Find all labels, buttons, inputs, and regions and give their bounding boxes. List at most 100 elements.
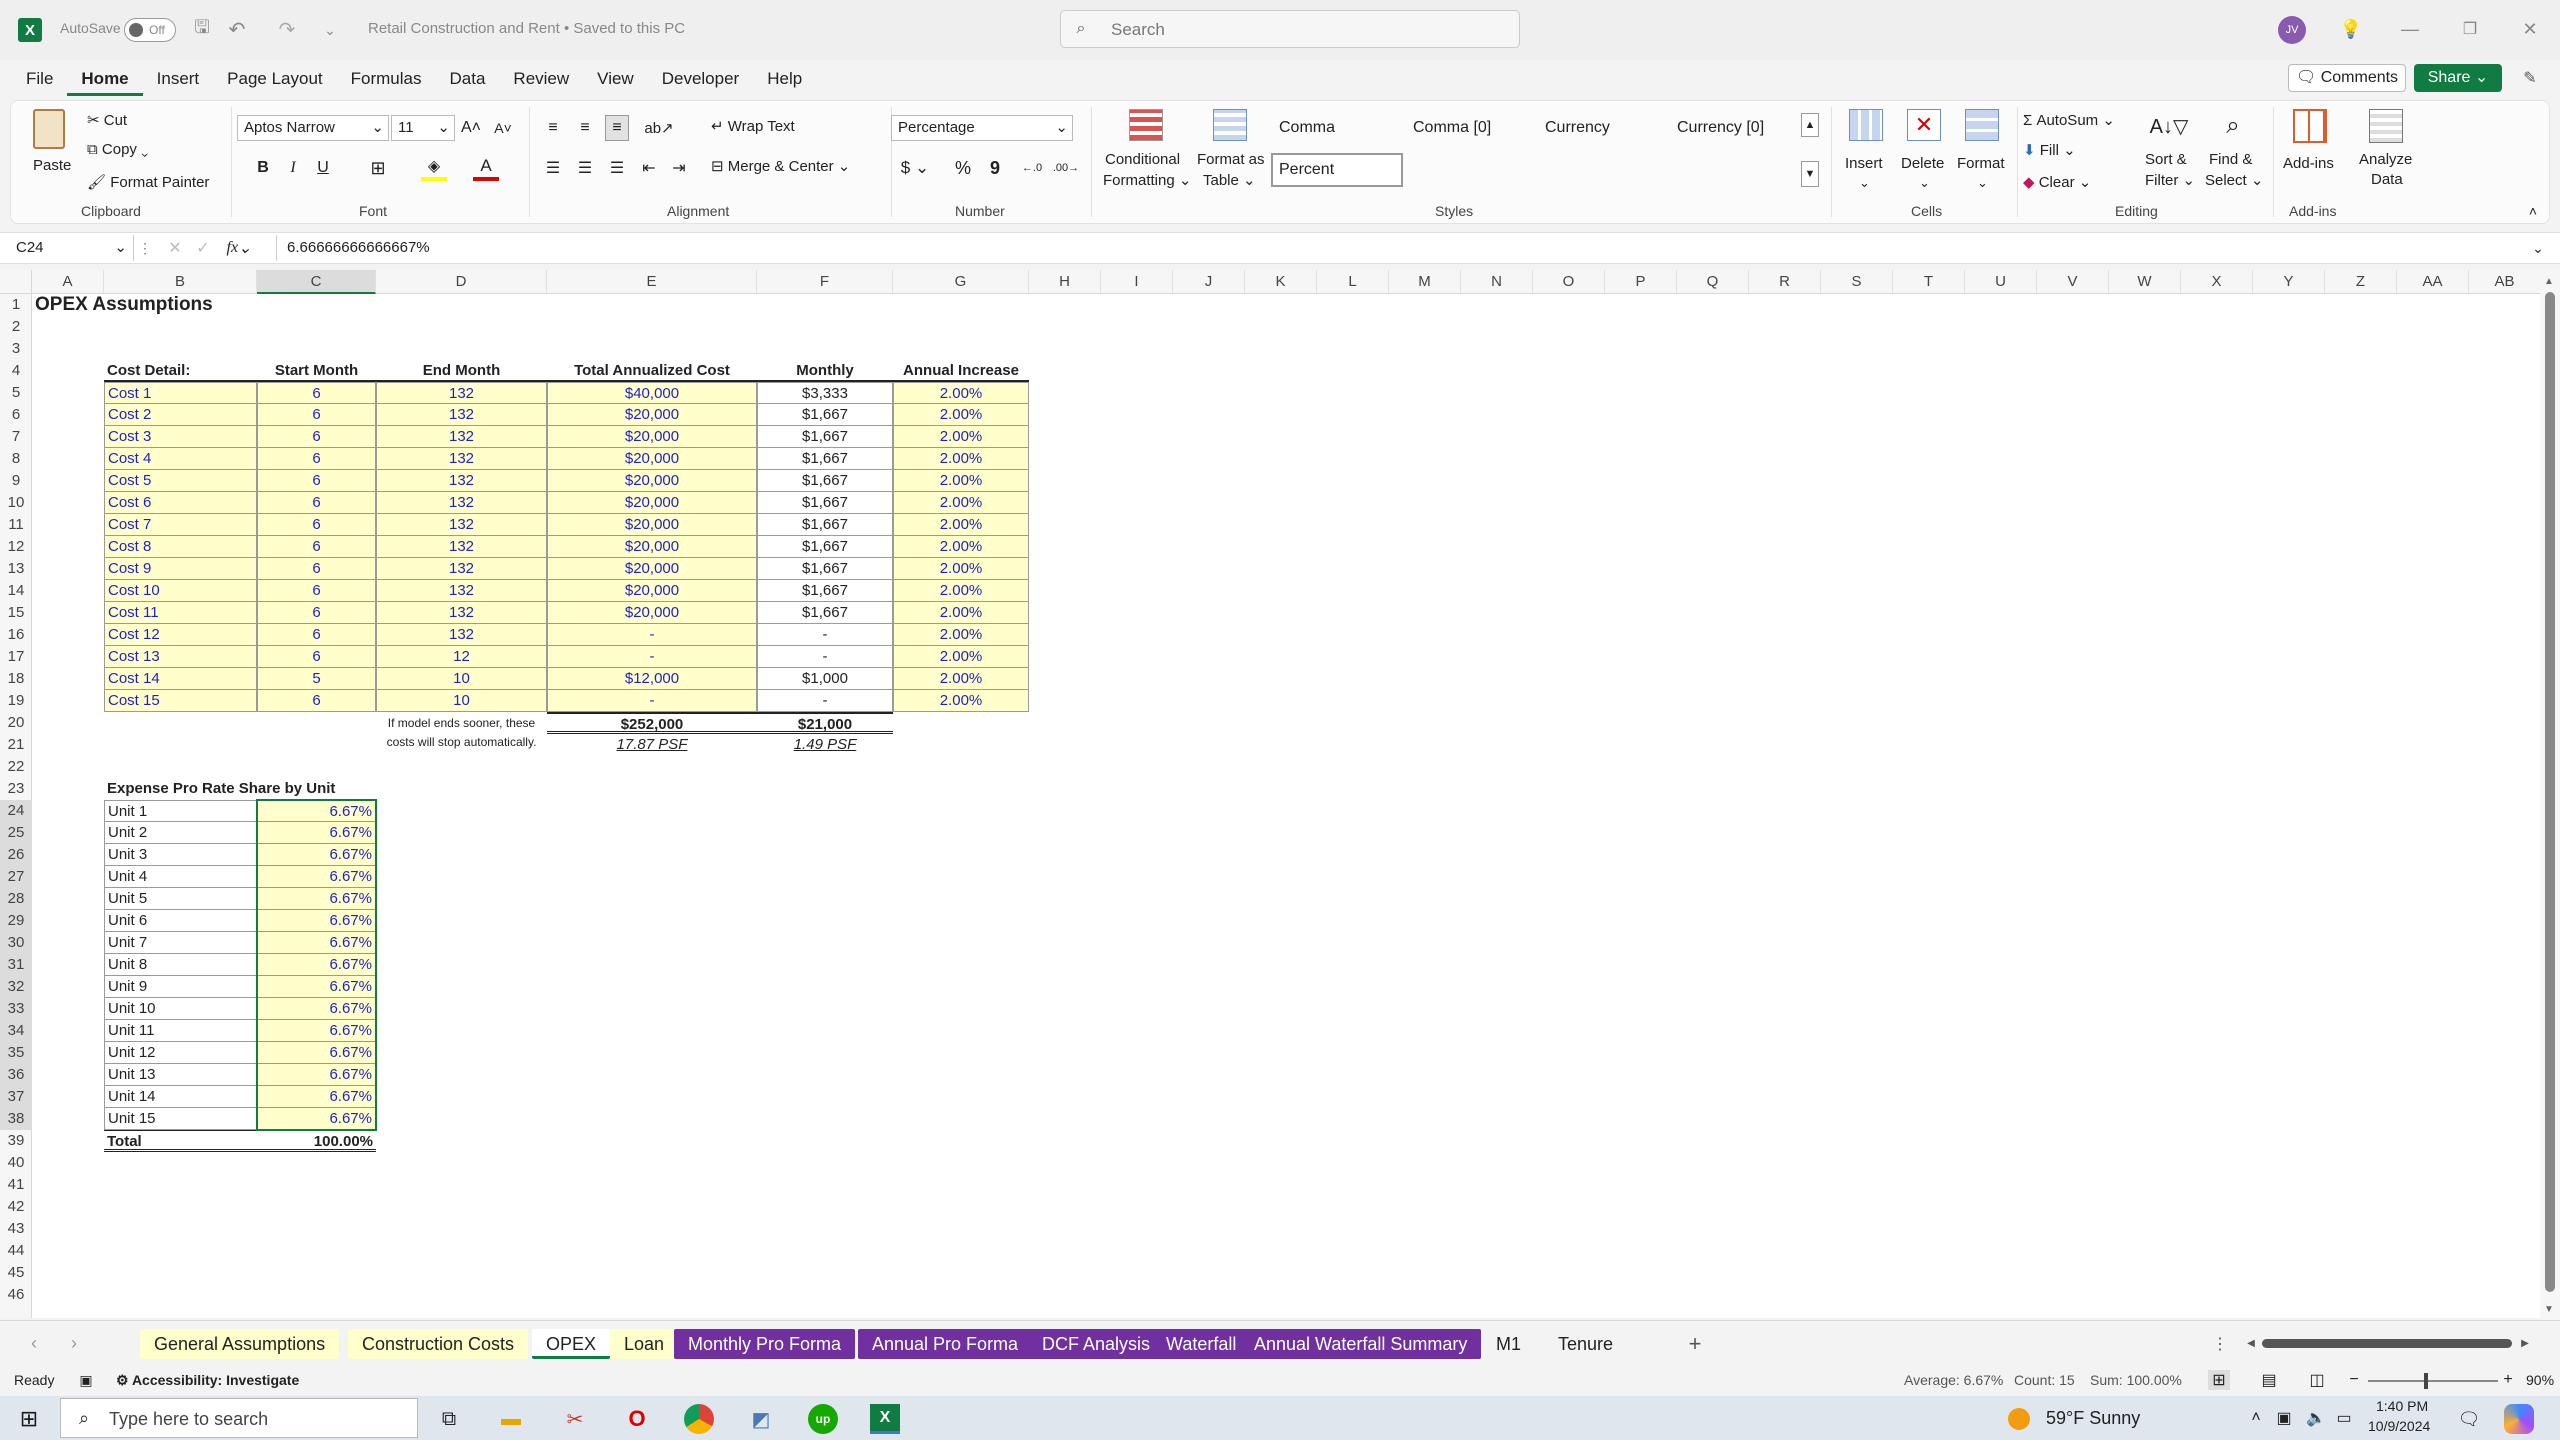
- column-header[interactable]: Z: [2325, 270, 2397, 294]
- redo-icon[interactable]: ↷: [274, 16, 300, 42]
- cost-cell[interactable]: $1,667: [757, 514, 893, 536]
- undo-icon[interactable]: ↶: [224, 16, 250, 42]
- cost-cell[interactable]: $1,667: [757, 536, 893, 558]
- tab-data[interactable]: Data: [436, 62, 500, 96]
- cost-cell[interactable]: 2.00%: [893, 426, 1029, 448]
- share-button[interactable]: Share ⌄: [2414, 64, 2502, 92]
- cost-cell[interactable]: $1,000: [757, 668, 893, 690]
- increase-indent-icon[interactable]: ⇥: [667, 155, 691, 181]
- column-header[interactable]: F: [757, 270, 893, 294]
- cost-cell[interactable]: Cost 9: [104, 558, 257, 580]
- cost-cell[interactable]: Cost 8: [104, 536, 257, 558]
- column-header[interactable]: G: [893, 270, 1029, 294]
- page-break-view-icon[interactable]: ◫: [2306, 1370, 2328, 1390]
- align-right-icon[interactable]: ☰: [605, 155, 629, 181]
- fill-color-icon[interactable]: ◈: [421, 155, 447, 181]
- cost-cell[interactable]: 2.00%: [893, 580, 1029, 602]
- paste-button[interactable]: Paste: [27, 107, 71, 193]
- cost-cell[interactable]: 132: [376, 382, 547, 404]
- gallery-more-icon[interactable]: ▼: [1801, 161, 1819, 187]
- share-total-value[interactable]: 100.00%: [257, 1130, 376, 1152]
- cost-cell[interactable]: Cost 6: [104, 492, 257, 514]
- pen-icon[interactable]: ✎: [2516, 64, 2544, 92]
- tab-developer[interactable]: Developer: [648, 62, 754, 96]
- bold-button[interactable]: B: [251, 155, 275, 181]
- unit-label[interactable]: Unit 9: [104, 976, 257, 998]
- total-monthly-cost[interactable]: $21,000: [757, 712, 893, 734]
- insert-cells-button[interactable]: Insert ⌄: [1841, 107, 1891, 197]
- tab-view[interactable]: View: [583, 62, 648, 96]
- table-header[interactable]: Annual Increase: [893, 360, 1029, 382]
- unit-label[interactable]: Unit 11: [104, 1020, 257, 1042]
- row-header[interactable]: 28: [0, 888, 32, 910]
- unit-label[interactable]: Unit 1: [104, 800, 257, 822]
- comma-style-icon[interactable]: 9: [983, 155, 1007, 181]
- analyze-data-button[interactable]: Analyze Data: [2351, 107, 2423, 197]
- cost-cell[interactable]: -: [757, 624, 893, 646]
- cost-cell[interactable]: 2.00%: [893, 668, 1029, 690]
- unit-share[interactable]: 6.67%: [257, 1042, 376, 1064]
- column-header[interactable]: R: [1749, 270, 1821, 294]
- note-text[interactable]: costs will stop automatically.: [376, 734, 547, 754]
- row-header[interactable]: 38: [0, 1108, 32, 1130]
- cost-cell[interactable]: 6: [257, 558, 376, 580]
- cost-cell[interactable]: 6: [257, 448, 376, 470]
- cost-cell[interactable]: Cost 5: [104, 470, 257, 492]
- row-header[interactable]: 32: [0, 976, 32, 998]
- copilot-icon[interactable]: [2504, 1404, 2534, 1434]
- cost-cell[interactable]: $1,667: [757, 470, 893, 492]
- minimize-icon[interactable]: —: [2390, 14, 2430, 44]
- hscroll-right-icon[interactable]: ▶: [2518, 1333, 2532, 1353]
- customize-toolbar-icon[interactable]: ⌄: [320, 18, 340, 42]
- scroll-up-icon[interactable]: ▲: [2544, 276, 2554, 287]
- notifications-icon[interactable]: 🗨: [2456, 1406, 2482, 1432]
- cost-cell[interactable]: 12: [376, 646, 547, 668]
- sheet-tab[interactable]: DCF Analysis: [1028, 1329, 1164, 1359]
- row-header[interactable]: 22: [0, 756, 32, 778]
- unit-share[interactable]: 6.67%: [257, 1020, 376, 1042]
- cost-cell[interactable]: 5: [257, 668, 376, 690]
- number-format-select[interactable]: Percentage⌄: [891, 115, 1073, 141]
- scroll-down-icon[interactable]: ▼: [2544, 1304, 2554, 1315]
- cost-cell[interactable]: 2.00%: [893, 690, 1029, 712]
- style-currency[interactable]: Currency: [1545, 119, 1610, 137]
- cost-cell[interactable]: $1,667: [757, 448, 893, 470]
- cost-cell[interactable]: 6: [257, 382, 376, 404]
- avatar[interactable]: JV: [2278, 16, 2306, 44]
- collapse-ribbon-icon[interactable]: ˄: [2523, 201, 2543, 221]
- row-header[interactable]: 25: [0, 822, 32, 844]
- underline-button[interactable]: U: [311, 155, 335, 181]
- macro-record-icon[interactable]: ▣: [76, 1370, 96, 1390]
- font-color-icon[interactable]: A: [473, 155, 499, 181]
- cost-cell[interactable]: 10: [376, 690, 547, 712]
- zoom-slider[interactable]: [2368, 1380, 2498, 1382]
- insert-function-icon[interactable]: fx⌄: [224, 237, 254, 259]
- tab-options-icon[interactable]: ⋮: [2212, 1331, 2228, 1357]
- tab-home[interactable]: Home: [67, 62, 142, 96]
- sheet-tab[interactable]: Tenure: [1544, 1329, 1627, 1359]
- row-header[interactable]: 42: [0, 1196, 32, 1218]
- percent-style-icon[interactable]: %: [951, 155, 975, 181]
- delete-cells-button[interactable]: ✕ Delete ⌄: [1897, 107, 1951, 197]
- file-explorer-icon[interactable]: ▬: [496, 1404, 526, 1434]
- unit-share[interactable]: 6.67%: [257, 800, 376, 822]
- cost-cell[interactable]: Cost 1: [104, 382, 257, 404]
- tab-file[interactable]: File: [12, 62, 67, 96]
- cost-cell[interactable]: 132: [376, 580, 547, 602]
- column-header[interactable]: E: [547, 270, 757, 294]
- chrome-icon[interactable]: [684, 1404, 714, 1434]
- tab-help[interactable]: Help: [753, 62, 816, 96]
- row-header[interactable]: 34: [0, 1020, 32, 1042]
- column-header[interactable]: C: [257, 270, 376, 294]
- cost-cell[interactable]: 2.00%: [893, 624, 1029, 646]
- fill-button[interactable]: ⬇ Fill ⌄: [2023, 141, 2076, 159]
- cost-cell[interactable]: 132: [376, 470, 547, 492]
- worksheet-grid[interactable]: OPEX AssumptionsCost Detail:Start MonthE…: [32, 294, 2540, 1318]
- increase-font-icon[interactable]: A˄: [459, 115, 483, 141]
- cost-cell[interactable]: Cost 2: [104, 404, 257, 426]
- row-header[interactable]: 3: [0, 338, 32, 360]
- cost-cell[interactable]: $1,667: [757, 426, 893, 448]
- tab-insert[interactable]: Insert: [143, 62, 214, 96]
- table-header[interactable]: Start Month: [257, 360, 376, 382]
- italic-button[interactable]: I: [281, 155, 305, 181]
